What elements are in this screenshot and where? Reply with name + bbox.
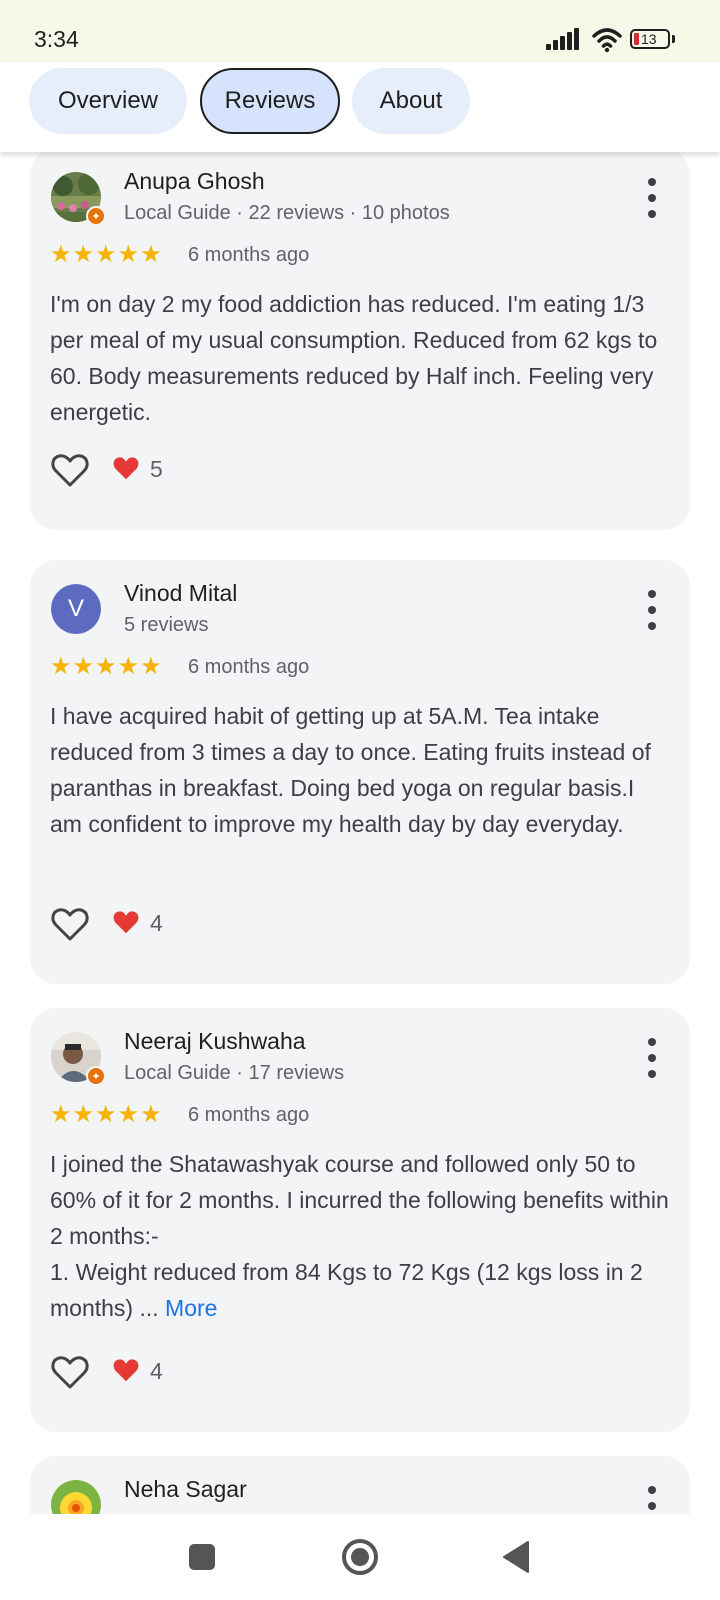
heart-outline-icon[interactable] [50, 1352, 90, 1392]
reviewer-name[interactable]: Anupa Ghosh [124, 168, 265, 195]
more-vert-icon[interactable] [642, 1038, 662, 1078]
reviewer-name[interactable]: Vinod Mital [124, 580, 237, 607]
recent-apps-icon [189, 1544, 215, 1570]
local-guide-badge-icon: ✦ [86, 206, 106, 226]
recent-apps-button[interactable] [172, 1514, 232, 1600]
more-link[interactable]: More [165, 1295, 217, 1321]
review-time: 6 months ago [188, 1104, 310, 1126]
place-tabs: Overview Reviews About [0, 62, 720, 152]
battery-level: 13 [641, 31, 657, 47]
reviewer-meta: 5 reviews [124, 614, 209, 636]
tab-reviews-label: Reviews [224, 87, 316, 114]
reviewer-meta: Local Guide · 17 reviews [124, 1062, 345, 1084]
star-rating: ★★★★★ [50, 241, 163, 268]
star-rating: ★★★★★ [50, 1101, 163, 1128]
more-vert-icon[interactable] [642, 590, 662, 630]
reviewer-name[interactable]: Neha Sagar [124, 1476, 247, 1503]
heart-filled-icon [113, 457, 139, 480]
back-button[interactable] [486, 1514, 546, 1600]
tab-about-label: About [379, 87, 443, 114]
tab-reviews[interactable]: Reviews [200, 68, 340, 134]
reviewer-name[interactable]: Neeraj Kushwaha [124, 1028, 306, 1055]
heart-filled-icon [113, 911, 139, 934]
review-text: I joined the Shatawashyak course and fol… [50, 1146, 670, 1326]
like-count: 4 [150, 910, 163, 936]
star-rating: ★★★★★ [50, 653, 163, 680]
tab-overview-label: Overview [57, 87, 159, 114]
avatar[interactable]: V [51, 584, 101, 634]
status-time: 3:34 [34, 26, 79, 52]
heart-outline-icon[interactable] [50, 904, 90, 944]
local-guide-badge-icon: ✦ [86, 1066, 106, 1086]
reviewer-meta: Local Guide · 22 reviews · 10 photos [124, 202, 450, 224]
more-vert-icon[interactable] [642, 1486, 662, 1514]
like-count: 4 [150, 1358, 163, 1384]
avatar[interactable] [51, 1480, 101, 1514]
battery-icon: 13 [630, 29, 670, 49]
review-card: Neha Sagar [30, 1456, 690, 1514]
signal-icon [546, 28, 582, 52]
reviews-feed[interactable]: ✦ Anupa Ghosh Local Guide · 22 reviews ·… [0, 152, 720, 1514]
review-card: V Vinod Mital 5 reviews ★★★★★ 6 months a… [30, 560, 690, 984]
status-icons: 13 [546, 28, 686, 53]
tab-overview[interactable]: Overview [29, 68, 187, 134]
home-icon [342, 1539, 378, 1575]
home-button[interactable] [330, 1514, 390, 1600]
status-bar: 3:34 13 [0, 0, 720, 62]
wifi-icon [592, 28, 622, 53]
tab-about[interactable]: About [352, 68, 470, 134]
heart-filled-icon [113, 1359, 139, 1382]
review-text: I have acquired habit of getting up at 5… [50, 703, 651, 837]
review-text: I'm on day 2 my food addiction has reduc… [50, 291, 658, 425]
like-count: 5 [150, 456, 163, 482]
heart-outline-icon[interactable] [50, 450, 90, 490]
back-icon [503, 1541, 529, 1573]
more-vert-icon[interactable] [642, 178, 662, 218]
review-time: 6 months ago [188, 656, 310, 678]
review-card: ✦ Anupa Ghosh Local Guide · 22 reviews ·… [30, 152, 690, 530]
system-nav-bar [0, 1514, 720, 1600]
review-text-line: 1. Weight reduced from 84 Kgs to 72 Kgs … [50, 1259, 643, 1321]
review-text-line: I joined the Shatawashyak course and fol… [50, 1151, 669, 1249]
review-time: 6 months ago [188, 244, 310, 266]
review-card: ✦ Neeraj Kushwaha Local Guide · 17 revie… [30, 1008, 690, 1432]
